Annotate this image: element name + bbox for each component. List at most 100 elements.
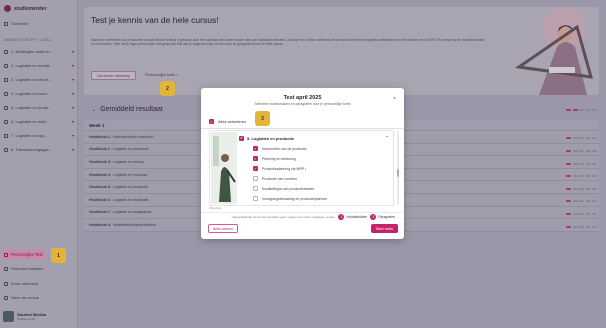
book-icon xyxy=(4,119,8,124)
chapter-count: 1 Hoofdstukken xyxy=(338,214,367,220)
sidebar-item-chapter-2[interactable]: 2. Logistiek en bedrijf... ▾ xyxy=(4,61,74,70)
book-icon xyxy=(4,91,8,96)
close-icon[interactable]: × xyxy=(393,96,396,102)
sidebar-item-chapter-3[interactable]: 3. Logistiek en keuze... ▾ xyxy=(4,75,74,84)
footer-note: Uitgeschakelde elementen bevatten geen v… xyxy=(231,215,336,219)
chevron-down-icon: ▾ xyxy=(71,91,74,96)
select-all-checkbox[interactable]: ✓ Alles selecteren xyxy=(209,119,246,124)
row-score-bars xyxy=(566,163,597,165)
checkbox-icon: ✓ xyxy=(253,146,258,151)
book-icon xyxy=(4,147,8,152)
sidebar-item-extra-practice[interactable]: Extra oefenstof xyxy=(4,279,74,288)
chapter-card: ✓ 5. Logistiek en productie ⌃ ✓ Kenmerke… xyxy=(209,130,394,206)
score-bar xyxy=(592,109,597,111)
callout-badge-3: 3 xyxy=(255,111,270,126)
paragraph-count-badge: 3 xyxy=(370,214,377,220)
student-illustration xyxy=(514,7,594,95)
row-score-bars xyxy=(566,200,597,202)
sidebar-item-rate-course[interactable]: Stem de cursus xyxy=(4,293,74,302)
row-score-bars xyxy=(566,226,597,228)
sidebar-item-chapter-8[interactable]: 8. Transformongages... ▾ xyxy=(4,145,74,154)
chevron-down-icon: ▾ xyxy=(71,49,74,54)
avatar xyxy=(3,311,14,322)
sidebar: studiemeister Overzicht BANKIER CONCEPT … xyxy=(0,0,78,328)
average-score-bars xyxy=(566,109,597,111)
sidebar-item-chapter-1[interactable]: 1. Boekingen audit en ... ▾ xyxy=(4,47,74,56)
paragraph-checkbox[interactable]: ✓ Productieplanning via MRP I xyxy=(253,166,306,171)
test-config-modal: Test april 2025 Selecteer hoofdstukken e… xyxy=(201,88,404,239)
sidebar-item-chapter-6[interactable]: 6. Logistiek en distri... ▾ xyxy=(4,117,74,126)
row-score-bars xyxy=(566,150,597,152)
chevron-up-icon[interactable]: ⌃ xyxy=(385,135,389,141)
paragraph-checkbox[interactable]: ✓ Planning en besturing xyxy=(253,156,296,161)
modal-title: Test april 2025 xyxy=(283,95,322,101)
score-bar xyxy=(566,109,571,111)
sidebar-item-overview[interactable]: Overzicht xyxy=(4,19,74,28)
callout-badge-2: 2 xyxy=(160,81,175,96)
hero-description: Maak een oefentoets van je favoriete cur… xyxy=(91,38,485,47)
chevron-down-icon: ▾ xyxy=(71,63,74,68)
checkbox-icon xyxy=(253,176,258,181)
logo-text: studiemeister xyxy=(14,5,47,12)
checkbox-icon: ✓ xyxy=(253,156,258,161)
scrollbar-thumb[interactable] xyxy=(397,169,399,177)
chevron-down-icon: ⌄ xyxy=(92,106,97,113)
sidebar-item-chapter-4[interactable]: 4. Logistiek en voorr... ▾ xyxy=(4,89,74,98)
sidebar-section-label: BANKIER CONCEPT · 2024-2 xyxy=(4,38,52,42)
star-icon xyxy=(4,295,8,300)
scrollbar[interactable] xyxy=(397,131,399,205)
score-bar xyxy=(579,109,584,111)
sidebar-item-flashcards[interactable]: Flashcard kaarten xyxy=(4,264,74,273)
chevron-down-icon: ▾ xyxy=(71,77,74,82)
chapter-image xyxy=(211,132,237,204)
cards-icon xyxy=(4,266,8,271)
paragraph-checkbox[interactable]: Productie van voorden xyxy=(253,176,297,181)
book-icon xyxy=(4,63,8,68)
grid-icon xyxy=(4,21,8,26)
book-icon xyxy=(4,49,8,54)
callout-badge-1: 1 xyxy=(51,248,66,263)
row-score-bars xyxy=(566,213,597,215)
user-subtitle: Studiemeister xyxy=(17,317,36,321)
next-exercise-button[interactable]: Ga verder oefening xyxy=(91,71,136,80)
checkbox-icon: ✓ xyxy=(209,119,214,124)
row-score-bars xyxy=(566,175,597,177)
chapter-toggle[interactable]: ✓ 5. Logistiek en productie ⌃ xyxy=(239,135,389,141)
personal-test-link[interactable]: Persoonlijke toets > xyxy=(145,73,178,77)
row-score-bars xyxy=(566,188,597,190)
chevron-down-icon: ▾ xyxy=(71,105,74,110)
user-profile[interactable]: Student Mertba Studiemeister xyxy=(3,311,46,322)
logo[interactable]: studiemeister xyxy=(4,5,47,12)
book-icon xyxy=(4,105,8,110)
paragraph-checkbox[interactable]: Voortgangsbewaking en productieplannen xyxy=(253,196,327,201)
chevron-down-icon: ▾ xyxy=(71,119,74,124)
checkbox-icon xyxy=(253,196,258,201)
divider xyxy=(201,212,404,213)
sidebar-item-personal-test[interactable]: Persoonlijke Test xyxy=(1,250,45,259)
average-result-header[interactable]: ⌄ Gemiddeld resultaat xyxy=(92,106,163,113)
paragraph-checkbox[interactable]: ✓ Kenmerken van de productie xyxy=(253,146,307,151)
paragraph-checkbox[interactable]: Kwaliteitsgra van productiedeelen xyxy=(253,186,314,191)
divider xyxy=(201,128,404,129)
book-icon xyxy=(4,133,8,138)
modal-subtitle: Selecteer hoofdstukken en paragrafen voo… xyxy=(254,102,351,106)
chevron-down-icon: ▾ xyxy=(71,133,74,138)
score-bar xyxy=(572,109,578,111)
sidebar-item-chapter-7[interactable]: 7. Logistiek en tag... ▾ xyxy=(4,131,74,140)
page-title: Test je kennis van de hele cursus! xyxy=(91,15,219,25)
test-icon xyxy=(4,252,8,257)
sidebar-item-chapter-5[interactable]: 5. Logistiek en produ... ▾ xyxy=(4,103,74,112)
paragraph-count: 3 Paragrafen xyxy=(370,214,395,220)
pencil-icon xyxy=(4,281,8,286)
logo-icon xyxy=(4,5,11,12)
checkbox-icon[interactable]: ✓ xyxy=(239,135,244,141)
selection-summary: Uitgeschakelde elementen bevatten geen v… xyxy=(215,214,395,220)
chevron-down-icon: ▾ xyxy=(71,147,74,152)
row-score-bars xyxy=(566,137,597,139)
image-caption: Afbeelding xyxy=(209,207,222,210)
checkbox-icon: ✓ xyxy=(253,166,258,171)
chapter-count-badge: 1 xyxy=(338,214,345,220)
clear-all-button[interactable]: Alles wissen xyxy=(208,224,238,233)
checkbox-icon xyxy=(253,186,258,191)
start-test-button[interactable]: Start toets xyxy=(370,224,398,233)
